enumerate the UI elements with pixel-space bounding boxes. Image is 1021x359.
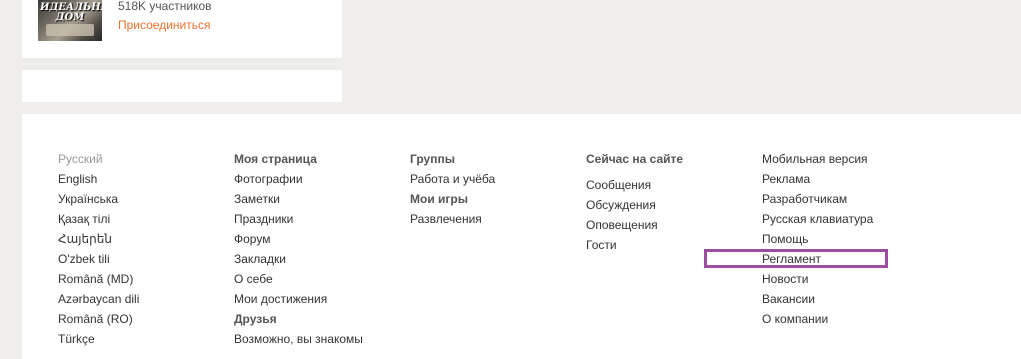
now-on-site-column: Сейчас на сайте Сообщения Обсуждения Опо… [586,152,683,258]
entertainment-link[interactable]: Развлечения [410,212,495,226]
work-and-study-link[interactable]: Работа и учёба [410,172,495,186]
language-link-uzbek[interactable]: O'zbek tili [58,252,139,266]
regulations-highlight-box [704,249,888,268]
group-thumbnail[interactable]: ИДЕАЛЬНЫЙ ДОМ [38,0,102,41]
groups-column: Группы Работа и учёба Мои игры Развлечен… [410,152,495,232]
thumbnail-text: ИДЕАЛЬНЫЙ ДОМ [40,2,102,23]
groups-heading[interactable]: Группы [410,152,495,166]
language-link-azerbaijani[interactable]: Azərbaycan dili [58,292,139,306]
language-link-ukrainian[interactable]: Українська [58,192,139,206]
developers-link[interactable]: Разработчикам [762,192,873,206]
mobile-version-link[interactable]: Мобильная версия [762,152,873,166]
holidays-link[interactable]: Праздники [234,212,363,226]
language-link-turkish[interactable]: Türkçe [58,332,139,346]
join-group-link[interactable]: Присоединиться [118,19,211,32]
my-games-heading[interactable]: Мои игры [410,192,495,206]
photos-link[interactable]: Фотографии [234,172,363,186]
language-link-kazakh[interactable]: Қазақ тілі [58,212,139,226]
language-link-romanian-ro[interactable]: Română (RO) [58,312,139,326]
language-link-russian[interactable]: Русский [58,152,139,166]
advertising-link[interactable]: Реклама [762,172,873,186]
about-me-link[interactable]: О себе [234,272,363,286]
language-column: Русский English Українська Қазақ тілі Հա… [58,152,139,352]
friends-heading[interactable]: Друзья [234,312,363,326]
group-card: ИДЕАЛЬНЫЙ ДОМ 518K участников Присоедини… [22,0,342,58]
language-link-english[interactable]: English [58,172,139,186]
notes-link[interactable]: Заметки [234,192,363,206]
russian-keyboard-link[interactable]: Русская клавиатура [762,212,873,226]
bookmarks-link[interactable]: Закладки [234,252,363,266]
jobs-link[interactable]: Вакансии [762,292,873,306]
achievements-link[interactable]: Мои достижения [234,292,363,306]
people-you-may-know-link[interactable]: Возможно, вы знакомы [234,332,363,346]
language-link-romanian-md[interactable]: Română (MD) [58,272,139,286]
news-link[interactable]: Новости [762,272,873,286]
language-link-armenian[interactable]: Հայերեն [58,232,139,246]
discussions-link[interactable]: Обсуждения [586,198,683,212]
thumbnail-furniture-graphic [46,24,94,36]
forum-link[interactable]: Форум [234,232,363,246]
about-company-link[interactable]: О компании [762,312,873,326]
misc-column: Мобильная версия Реклама Разработчикам Р… [762,152,873,332]
guests-link[interactable]: Гости [586,238,683,252]
site-footer: Русский English Українська Қазақ тілі Հա… [22,114,1021,359]
now-on-site-heading: Сейчас на сайте [586,152,684,166]
group-members-count: 518K участников [118,0,212,13]
notifications-link[interactable]: Оповещения [586,218,683,232]
my-page-heading[interactable]: Моя страница [234,152,363,166]
my-page-column: Моя страница Фотографии Заметки Праздник… [234,152,363,352]
empty-card [22,70,342,102]
help-link[interactable]: Помощь [762,232,873,246]
messages-link[interactable]: Сообщения [586,178,683,192]
